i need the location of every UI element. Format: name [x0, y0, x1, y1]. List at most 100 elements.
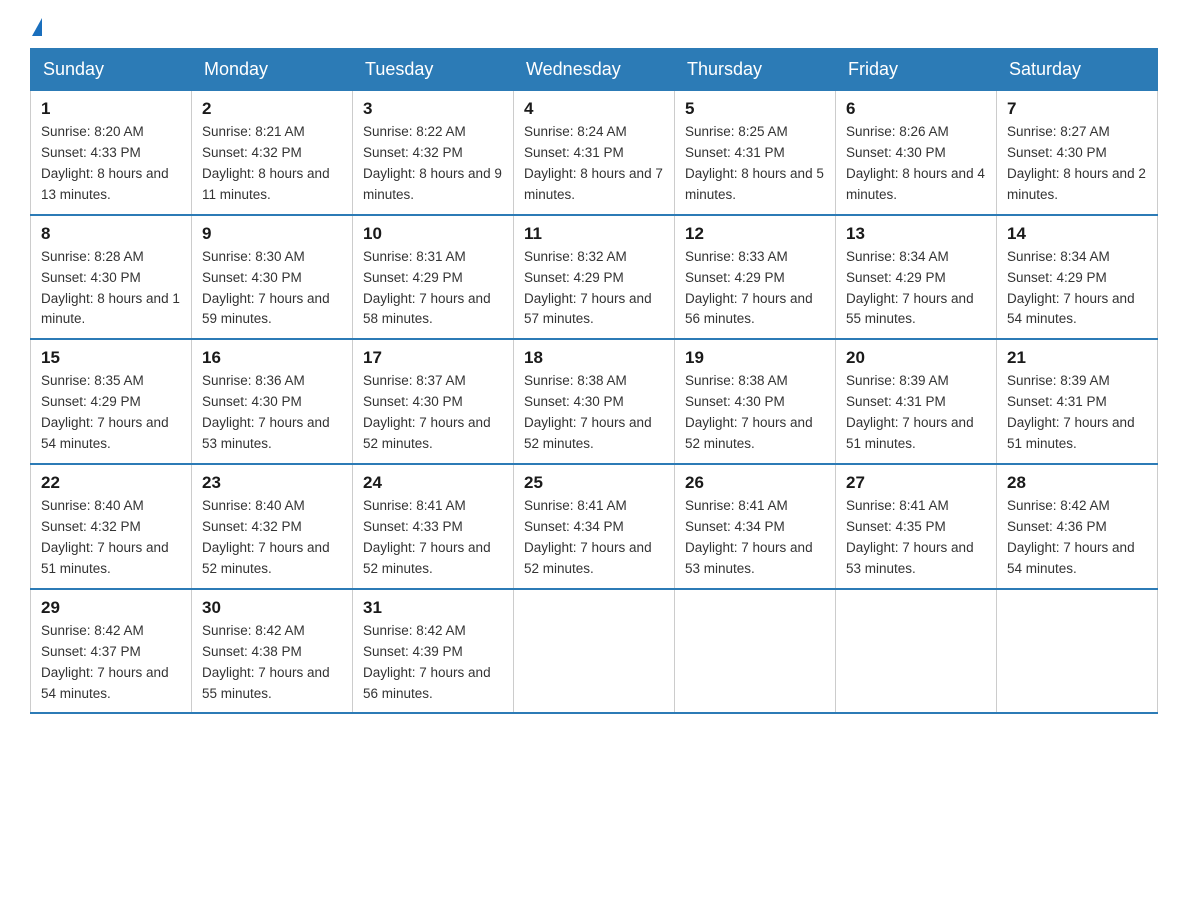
day-number: 6 — [846, 99, 986, 119]
day-number: 25 — [524, 473, 664, 493]
calendar-cell: 4Sunrise: 8:24 AMSunset: 4:31 PMDaylight… — [514, 91, 675, 215]
calendar-cell: 16 Sunrise: 8:36 AMSunset: 4:30 PMDayligh… — [192, 339, 353, 464]
calendar-cell: 14 Sunrise: 8:34 AMSunset: 4:29 PMDayligh… — [997, 215, 1158, 340]
calendar-week-row: 15Sunrise: 8:35 AMSunset: 4:29 PMDayligh… — [31, 339, 1158, 464]
weekday-header-monday: Monday — [192, 49, 353, 91]
day-number: 10 — [363, 224, 503, 244]
calendar-cell: 28Sunrise: 8:42 AMSunset: 4:36 PMDayligh… — [997, 464, 1158, 589]
day-number: 18 — [524, 348, 664, 368]
day-number: 16 — [202, 348, 342, 368]
calendar-cell: 12 Sunrise: 8:33 AMSunset: 4:29 PMDayligh… — [675, 215, 836, 340]
weekday-header-row: SundayMondayTuesdayWednesdayThursdayFrid… — [31, 49, 1158, 91]
calendar-cell: 3 Sunrise: 8:22 AMSunset: 4:32 PMDaylight… — [353, 91, 514, 215]
day-number: 30 — [202, 598, 342, 618]
calendar-cell: 23 Sunrise: 8:40 AMSunset: 4:32 PMDayligh… — [192, 464, 353, 589]
day-info: Sunrise: 8:31 AMSunset: 4:29 PMDaylight:… — [363, 247, 503, 331]
weekday-header-friday: Friday — [836, 49, 997, 91]
day-number: 9 — [202, 224, 342, 244]
day-info: Sunrise: 8:40 AMSunset: 4:32 PMDaylight:… — [41, 496, 181, 580]
weekday-header-tuesday: Tuesday — [353, 49, 514, 91]
day-info: Sunrise: 8:42 AMSunset: 4:37 PMDaylight:… — [41, 621, 181, 705]
day-number: 8 — [41, 224, 181, 244]
day-info: Sunrise: 8:36 AMSunset: 4:30 PMDaylight:… — [202, 371, 342, 455]
calendar-cell: 25 Sunrise: 8:41 AMSunset: 4:34 PMDayligh… — [514, 464, 675, 589]
day-info: Sunrise: 8:42 AMSunset: 4:38 PMDaylight:… — [202, 621, 342, 705]
day-number: 12 — [685, 224, 825, 244]
calendar-cell: 13 Sunrise: 8:34 AMSunset: 4:29 PMDayligh… — [836, 215, 997, 340]
day-info: Sunrise: 8:27 AMSunset: 4:30 PMDaylight:… — [1007, 122, 1147, 206]
calendar-cell: 11 Sunrise: 8:32 AMSunset: 4:29 PMDayligh… — [514, 215, 675, 340]
calendar-cell: 17 Sunrise: 8:37 AMSunset: 4:30 PMDayligh… — [353, 339, 514, 464]
day-info: Sunrise: 8:35 AMSunset: 4:29 PMDaylight:… — [41, 371, 181, 455]
calendar-cell: 1 Sunrise: 8:20 AMSunset: 4:33 PMDaylight… — [31, 91, 192, 215]
calendar-cell: 8 Sunrise: 8:28 AMSunset: 4:30 PMDaylight… — [31, 215, 192, 340]
day-number: 14 — [1007, 224, 1147, 244]
day-info: Sunrise: 8:30 AMSunset: 4:30 PMDaylight:… — [202, 247, 342, 331]
calendar-cell: 5 Sunrise: 8:25 AMSunset: 4:31 PMDaylight… — [675, 91, 836, 215]
calendar-header: SundayMondayTuesdayWednesdayThursdayFrid… — [31, 49, 1158, 91]
day-info: Sunrise: 8:33 AMSunset: 4:29 PMDaylight:… — [685, 247, 825, 331]
day-info: Sunrise: 8:34 AMSunset: 4:29 PMDaylight:… — [846, 247, 986, 331]
day-number: 1 — [41, 99, 181, 119]
calendar-body: 1 Sunrise: 8:20 AMSunset: 4:33 PMDaylight… — [31, 91, 1158, 714]
logo — [30, 20, 44, 38]
day-number: 4 — [524, 99, 664, 119]
day-info: Sunrise: 8:41 AMSunset: 4:34 PMDaylight:… — [524, 496, 664, 580]
day-number: 27 — [846, 473, 986, 493]
calendar-cell: 26 Sunrise: 8:41 AMSunset: 4:34 PMDayligh… — [675, 464, 836, 589]
day-info: Sunrise: 8:42 AMSunset: 4:39 PMDaylight:… — [363, 621, 503, 705]
day-number: 29 — [41, 598, 181, 618]
day-info: Sunrise: 8:34 AMSunset: 4:29 PMDaylight:… — [1007, 247, 1147, 331]
calendar-table: SundayMondayTuesdayWednesdayThursdayFrid… — [30, 48, 1158, 714]
page-header — [30, 20, 1158, 38]
calendar-cell: 29 Sunrise: 8:42 AMSunset: 4:37 PMDayligh… — [31, 589, 192, 714]
day-number: 17 — [363, 348, 503, 368]
day-number: 5 — [685, 99, 825, 119]
calendar-week-row: 1 Sunrise: 8:20 AMSunset: 4:33 PMDaylight… — [31, 91, 1158, 215]
weekday-header-saturday: Saturday — [997, 49, 1158, 91]
calendar-cell: 27 Sunrise: 8:41 AMSunset: 4:35 PMDayligh… — [836, 464, 997, 589]
day-number: 13 — [846, 224, 986, 244]
day-number: 23 — [202, 473, 342, 493]
calendar-cell: 21 Sunrise: 8:39 AMSunset: 4:31 PMDayligh… — [997, 339, 1158, 464]
logo-line1 — [30, 20, 44, 38]
calendar-cell — [675, 589, 836, 714]
day-info: Sunrise: 8:32 AMSunset: 4:29 PMDaylight:… — [524, 247, 664, 331]
weekday-header-sunday: Sunday — [31, 49, 192, 91]
calendar-cell: 20Sunrise: 8:39 AMSunset: 4:31 PMDayligh… — [836, 339, 997, 464]
day-number: 11 — [524, 224, 664, 244]
day-info: Sunrise: 8:25 AMSunset: 4:31 PMDaylight:… — [685, 122, 825, 206]
day-info: Sunrise: 8:41 AMSunset: 4:35 PMDaylight:… — [846, 496, 986, 580]
calendar-cell — [514, 589, 675, 714]
day-number: 22 — [41, 473, 181, 493]
day-number: 3 — [363, 99, 503, 119]
day-number: 21 — [1007, 348, 1147, 368]
calendar-cell: 24Sunrise: 8:41 AMSunset: 4:33 PMDayligh… — [353, 464, 514, 589]
day-info: Sunrise: 8:22 AMSunset: 4:32 PMDaylight:… — [363, 122, 503, 206]
calendar-week-row: 29 Sunrise: 8:42 AMSunset: 4:37 PMDayligh… — [31, 589, 1158, 714]
day-number: 19 — [685, 348, 825, 368]
day-info: Sunrise: 8:41 AMSunset: 4:34 PMDaylight:… — [685, 496, 825, 580]
weekday-header-wednesday: Wednesday — [514, 49, 675, 91]
day-info: Sunrise: 8:39 AMSunset: 4:31 PMDaylight:… — [846, 371, 986, 455]
day-info: Sunrise: 8:28 AMSunset: 4:30 PMDaylight:… — [41, 247, 181, 331]
day-info: Sunrise: 8:37 AMSunset: 4:30 PMDaylight:… — [363, 371, 503, 455]
day-number: 7 — [1007, 99, 1147, 119]
day-info: Sunrise: 8:20 AMSunset: 4:33 PMDaylight:… — [41, 122, 181, 206]
day-info: Sunrise: 8:39 AMSunset: 4:31 PMDaylight:… — [1007, 371, 1147, 455]
day-info: Sunrise: 8:42 AMSunset: 4:36 PMDaylight:… — [1007, 496, 1147, 580]
calendar-cell — [997, 589, 1158, 714]
day-number: 31 — [363, 598, 503, 618]
calendar-cell: 10 Sunrise: 8:31 AMSunset: 4:29 PMDayligh… — [353, 215, 514, 340]
day-info: Sunrise: 8:40 AMSunset: 4:32 PMDaylight:… — [202, 496, 342, 580]
logo-triangle-icon — [32, 18, 42, 36]
day-info: Sunrise: 8:38 AMSunset: 4:30 PMDaylight:… — [685, 371, 825, 455]
calendar-cell: 2Sunrise: 8:21 AMSunset: 4:32 PMDaylight… — [192, 91, 353, 215]
calendar-week-row: 22 Sunrise: 8:40 AMSunset: 4:32 PMDayligh… — [31, 464, 1158, 589]
day-number: 26 — [685, 473, 825, 493]
calendar-cell: 6Sunrise: 8:26 AMSunset: 4:30 PMDaylight… — [836, 91, 997, 215]
calendar-cell: 31 Sunrise: 8:42 AMSunset: 4:39 PMDayligh… — [353, 589, 514, 714]
weekday-header-thursday: Thursday — [675, 49, 836, 91]
day-info: Sunrise: 8:41 AMSunset: 4:33 PMDaylight:… — [363, 496, 503, 580]
calendar-cell: 30 Sunrise: 8:42 AMSunset: 4:38 PMDayligh… — [192, 589, 353, 714]
